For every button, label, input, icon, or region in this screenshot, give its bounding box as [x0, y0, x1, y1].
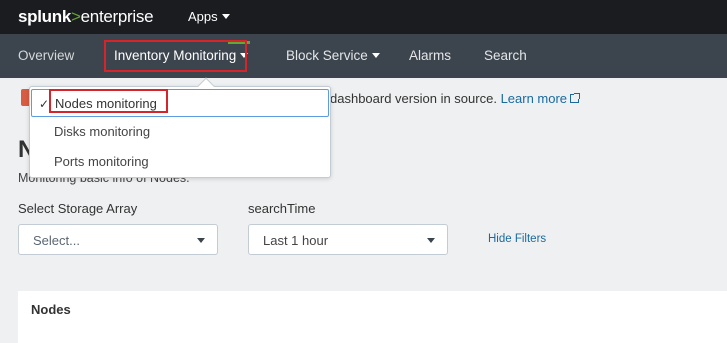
menu-item-ports-monitoring[interactable]: Ports monitoring — [30, 148, 330, 176]
external-link-icon — [570, 93, 581, 103]
version-banner: dashboard version in source. Learn more — [330, 91, 581, 106]
top-bar: splunk>enterprise Apps — [0, 0, 727, 34]
annotation-highlight-nav — [104, 40, 247, 72]
nav-search[interactable]: Search — [484, 48, 527, 63]
search-time-value: Last 1 hour — [263, 233, 329, 248]
panel-title: Nodes — [31, 302, 71, 317]
annotation-highlight-menu-item — [49, 89, 168, 113]
storage-array-label: Select Storage Array — [18, 201, 138, 216]
menu-item-label: Ports monitoring — [54, 154, 149, 169]
caret-down-icon — [221, 14, 230, 19]
nav-block-label: Block Service — [286, 48, 368, 63]
search-time-select[interactable]: Last 1 hour — [248, 224, 448, 255]
nav-overview[interactable]: Overview — [18, 48, 74, 63]
menu-item-disks-monitoring[interactable]: Disks monitoring — [30, 118, 330, 146]
search-time-label: searchTime — [248, 201, 316, 216]
learn-more-link[interactable]: Learn more — [501, 91, 581, 106]
nodes-panel: Nodes — [18, 291, 727, 343]
chevron-down-icon — [427, 238, 435, 243]
banner-message: dashboard version in source. — [330, 91, 497, 106]
storage-array-select[interactable]: Select... — [18, 224, 218, 255]
apps-label: Apps — [188, 9, 218, 24]
menu-item-label: Disks monitoring — [54, 124, 151, 139]
checkmark-icon: ✓ — [39, 97, 50, 111]
hide-filters-link[interactable]: Hide Filters — [488, 233, 546, 245]
chevron-down-icon — [197, 238, 205, 243]
caret-down-icon — [371, 53, 380, 58]
nav-block-service[interactable]: Block Service — [286, 48, 380, 63]
nav-alarms[interactable]: Alarms — [409, 48, 451, 63]
apps-menu-button[interactable]: Apps — [188, 9, 230, 24]
storage-array-value: Select... — [33, 233, 80, 248]
splunk-logo[interactable]: splunk>enterprise — [18, 7, 154, 27]
